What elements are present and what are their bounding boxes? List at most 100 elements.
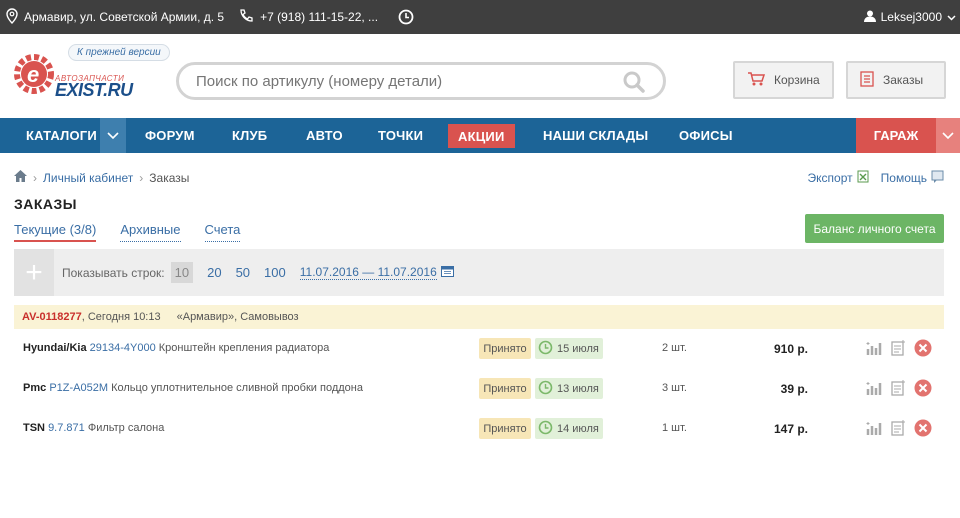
note-icon[interactable] [890,420,906,439]
page-tools: Экспорт Помощь [808,170,944,186]
stats-icon[interactable] [866,380,882,399]
item-name: Кольцо уплотнительное сливной пробки под… [111,382,363,394]
item-name: Кронштейн крепления радиатора [158,342,330,354]
delivery-date: 13 июля [557,382,599,395]
user-name: Leksej3000 [880,10,942,24]
search-icon[interactable] [623,71,645,98]
cart-icon [747,71,766,90]
help-icon [931,170,944,186]
home-icon[interactable] [14,170,27,185]
export-link[interactable]: Экспорт [808,170,869,186]
order-header: AV-0118277 , Сегодня 10:13 «Армавир», Са… [14,305,944,329]
item-brand: Hyundai/Kia [23,342,87,354]
main-nav: КАТАЛОГИ ФОРУМ КЛУБ АВТО ТОЧКИ АКЦИИ НАШ… [0,118,960,153]
item-article[interactable]: 9.7.871 [48,422,85,434]
phone-text[interactable]: +7 (918) 111-15-22, ... [260,10,378,24]
balance-button[interactable]: Баланс личного счета [805,214,944,243]
phone-icon [238,8,254,27]
note-icon[interactable] [890,380,906,399]
breadcrumb: › Личный кабинет › Заказы [14,170,189,185]
cart-label: Корзина [774,73,820,87]
stats-icon[interactable] [866,420,882,439]
orders-button[interactable]: Заказы [846,61,946,99]
status-badge: Принято [479,338,531,359]
delete-icon[interactable] [914,339,932,360]
delete-icon[interactable] [914,379,932,400]
tab-invoices[interactable]: Счета [204,222,241,242]
nav-garage[interactable]: ГАРАЖ [856,118,936,153]
item-article[interactable]: 29134-4Y000 [90,342,156,354]
orders-tabs: Текущие (3/8) Архивные Счета [14,222,241,242]
delete-icon[interactable] [914,419,932,440]
date-range-picker[interactable]: 11.07.2016 — 11.07.2016 [299,265,437,280]
item-name: Фильтр салона [87,422,165,434]
item-brand: Pmc [23,382,47,394]
calendar-icon[interactable] [440,265,454,280]
help-label: Помощь [880,171,927,185]
nav-promos[interactable]: АКЦИИ [448,124,515,148]
address-block: Армавир, ул. Советской Армии, д. 5 [6,7,224,27]
prev-version-link[interactable]: К прежней версии [68,44,170,61]
item-quantity: 1 шт. [662,422,687,434]
rows-option-10[interactable]: 10 [170,262,194,283]
order-delivery: «Армавир», Самовывоз [176,311,299,323]
cart-button[interactable]: Корзина [733,61,834,99]
breadcrumb-current: Заказы [149,170,190,185]
rows-option-50[interactable]: 50 [236,265,250,280]
nav-catalogs[interactable]: КАТАЛОГИ [26,118,97,153]
svg-text:e: e [27,62,39,87]
address-text[interactable]: Армавир, ул. Советской Армии, д. 5 [24,10,224,24]
rows-selector: 10 20 50 100 [165,262,286,283]
logo-title: EXIST.RU [55,80,133,100]
nav-forum[interactable]: ФОРУМ [145,118,195,153]
clock-icon[interactable] [398,9,414,25]
rows-option-20[interactable]: 20 [207,265,221,280]
top-info-bar: Армавир, ул. Советской Армии, д. 5 +7 (9… [0,0,960,34]
search-input[interactable] [179,72,599,90]
nav-points[interactable]: ТОЧКИ [378,118,423,153]
delivery-date-badge: 13 июля [535,378,603,399]
plus-icon[interactable]: + [14,249,54,296]
garage-dropdown[interactable] [936,118,960,153]
search-bar [176,62,666,100]
nav-warehouses[interactable]: НАШИ СКЛАДЫ [543,118,648,153]
tab-current[interactable]: Текущие (3/8) [14,222,97,242]
item-article[interactable]: P1Z-A052M [49,382,108,394]
breadcrumb-account[interactable]: Личный кабинет [43,171,133,185]
delivery-date: 15 июля [557,342,599,355]
status-badge: Принято [479,418,531,439]
item-price: 147 р. [773,422,808,436]
item-quantity: 3 шт. [662,382,687,394]
status-badge: Принято [479,378,531,399]
delivery-date-badge: 14 июля [535,418,603,439]
note-icon[interactable] [890,340,906,359]
tab-archive[interactable]: Архивные [120,222,181,242]
stats-icon[interactable] [866,340,882,359]
nav-club[interactable]: КЛУБ [232,118,267,153]
excel-icon [857,170,869,186]
nav-auto[interactable]: АВТО [306,118,343,153]
clock-icon [538,420,553,438]
help-link[interactable]: Помощь [881,170,944,186]
rows-option-100[interactable]: 100 [264,265,286,280]
list-icon [860,70,874,90]
clock-icon [538,340,553,358]
order-item-row: Pmc P1Z-A052M Кольцо уплотнительное слив… [14,372,944,412]
rows-label: Показывать строк: [62,265,165,280]
delivery-date: 14 июля [557,422,599,435]
orders-label: Заказы [883,73,924,87]
location-pin-icon [6,7,18,27]
order-item-row: TSN 9.7.871 Фильтр салона Принято 14 июл… [14,412,944,452]
export-label: Экспорт [807,171,853,185]
order-item-row: Hyundai/Kia 29134-4Y000 Кронштейн крепле… [14,332,944,372]
page-title: ЗАКАЗЫ [14,196,78,212]
chevron-down-icon [942,127,954,145]
item-price: 910 р. [773,342,808,356]
user-icon [863,10,876,25]
user-menu[interactable]: Leksej3000 [863,0,956,34]
order-number[interactable]: AV-0118277 [22,311,82,323]
order-time: , Сегодня 10:13 [81,311,161,323]
catalogs-dropdown[interactable] [100,118,126,153]
nav-offices[interactable]: ОФИСЫ [679,118,733,153]
chevron-down-icon [107,127,119,145]
